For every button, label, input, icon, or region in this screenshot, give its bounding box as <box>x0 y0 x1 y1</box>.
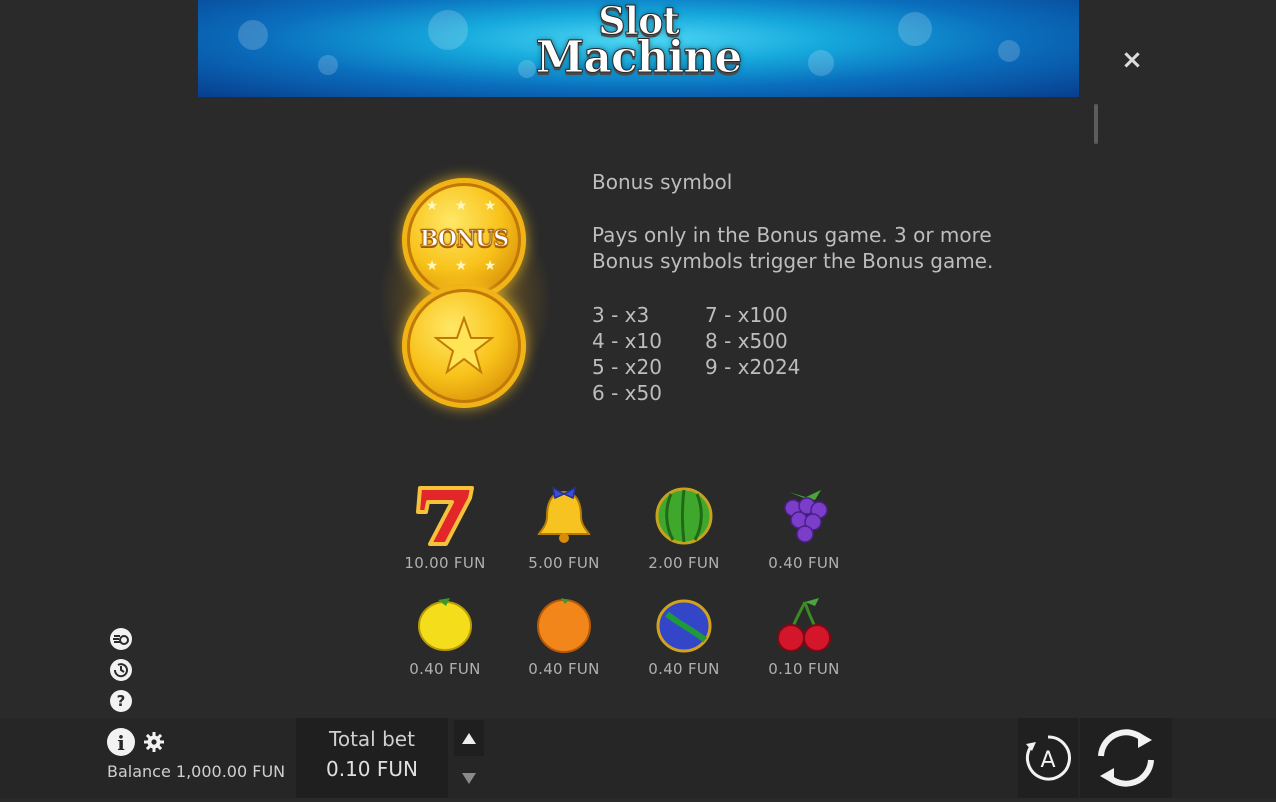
arrow-down-icon <box>462 773 476 784</box>
symbol-orange: 0.40 FUN <box>514 594 614 678</box>
grapes-icon <box>784 490 828 543</box>
logo-line2: Machine <box>535 32 743 83</box>
bet-decrease-button[interactable] <box>454 760 484 796</box>
star-coin-icon <box>402 284 526 408</box>
bonus-symbol-image: ★ ★ ★ BONUS ★ ★ ★ <box>380 170 550 420</box>
watermelon-icon <box>655 487 713 545</box>
symbol-lemon: 0.40 FUN <box>395 594 495 678</box>
help-icon[interactable]: ? <box>109 689 133 713</box>
orange-icon <box>537 598 591 653</box>
balance-display: Balance 1,000.00 FUN <box>107 762 286 781</box>
symbol-plum: 0.40 FUN <box>634 594 734 678</box>
total-bet-panel: Total bet 0.10 FUN <box>296 718 448 798</box>
symbol-bell: 5.00 FUN <box>514 482 614 572</box>
coin-stars-bottom: ★ ★ ★ <box>425 258 503 274</box>
bonus-description: Pays only in the Bonus game. 3 or more B… <box>592 222 1012 274</box>
autoplay-button[interactable]: A <box>1018 718 1078 798</box>
bonus-paytable-col2: 7 - x100 8 - x500 9 - x2024 <box>705 302 800 380</box>
spin-icon <box>1098 729 1154 787</box>
bell-icon <box>537 486 591 543</box>
game-banner: Slot Machine <box>198 0 1079 97</box>
symbol-value: 2.00 FUN <box>648 554 720 572</box>
symbol-value: 0.10 FUN <box>768 660 840 678</box>
history-icon[interactable] <box>109 658 133 682</box>
symbol-cherry: 0.10 FUN <box>754 594 854 678</box>
bonus-description-line: Pays only in the Bonus game. 3 or more <box>592 223 992 247</box>
star-icon <box>434 316 494 375</box>
paytable-entry: 7 - x100 <box>705 303 788 327</box>
bonus-coin-label: BONUS <box>419 226 509 253</box>
lemon-icon <box>418 598 472 651</box>
autoplay-letter: A <box>1040 748 1055 773</box>
total-bet-label: Total bet <box>329 727 415 751</box>
close-button[interactable]: × <box>1120 45 1144 75</box>
paytable-entry: 6 - x50 <box>592 381 662 405</box>
plum-icon <box>656 599 712 653</box>
turbo-icon[interactable] <box>109 627 133 651</box>
svg-text:i: i <box>117 731 125 755</box>
symbol-value: 0.40 FUN <box>528 660 600 678</box>
seven-icon <box>416 486 474 546</box>
bonus-description-line: Bonus symbols trigger the Bonus game. <box>592 249 994 273</box>
symbol-value: 5.00 FUN <box>528 554 600 572</box>
paytable-entry: 3 - x3 <box>592 303 650 327</box>
spin-button[interactable] <box>1080 718 1172 798</box>
bonus-paytable-col1: 3 - x3 4 - x10 5 - x20 6 - x50 <box>592 302 662 406</box>
symbol-value: 0.40 FUN <box>409 660 481 678</box>
paytable-entry: 9 - x2024 <box>705 355 801 379</box>
total-bet-value: 0.10 FUN <box>326 757 418 781</box>
svg-text:?: ? <box>117 692 126 710</box>
paytable-entry: 5 - x20 <box>592 355 662 379</box>
symbol-grapes: 0.40 FUN <box>754 482 854 572</box>
scrollbar-thumb[interactable] <box>1094 104 1098 144</box>
game-logo: Slot Machine <box>198 0 1079 80</box>
symbol-value: 10.00 FUN <box>404 554 486 572</box>
close-icon: × <box>1121 45 1143 75</box>
cherry-icon <box>777 598 831 652</box>
autoplay-icon: A <box>1025 735 1071 781</box>
paytable-entry: 8 - x500 <box>705 329 788 353</box>
arrow-up-icon <box>462 733 476 744</box>
coin-stars-top: ★ ★ ★ <box>425 198 503 214</box>
symbol-seven: 10.00 FUN <box>395 482 495 572</box>
symbol-watermelon: 2.00 FUN <box>634 482 734 572</box>
bet-increase-button[interactable] <box>454 720 484 756</box>
info-icon[interactable]: i <box>106 727 136 757</box>
bonus-title: Bonus symbol <box>592 170 733 194</box>
paytable-entry: 4 - x10 <box>592 329 662 353</box>
symbol-value: 0.40 FUN <box>768 554 840 572</box>
symbol-value: 0.40 FUN <box>648 660 720 678</box>
gear-icon[interactable] <box>144 732 164 752</box>
